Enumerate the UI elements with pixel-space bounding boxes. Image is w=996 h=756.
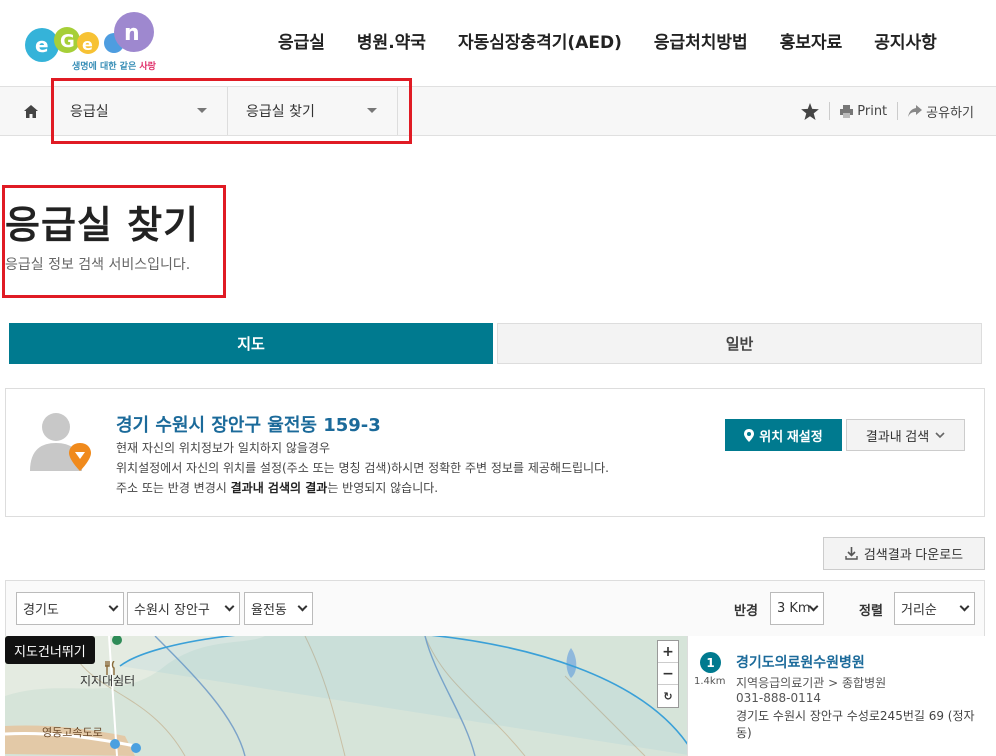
result-phone: 031-888-0114 [736,691,822,705]
dropdown-arrow-icon [959,601,970,612]
nav-notice[interactable]: 공지사항 [874,28,937,53]
dropdown-arrow-icon [108,601,119,612]
zoom-in-button[interactable]: + [658,641,678,663]
home-icon [23,104,38,118]
result-hospital-type: 지역응급의료기관 > 종합병원 [736,676,887,690]
star-icon [801,102,820,120]
result-hospital-name[interactable]: 경기도의료원수원병원 [736,652,865,672]
reset-location-label: 위치 재설정 [759,428,823,444]
result-list: 1 1.4km 경기도의료원수원병원 지역응급의료기관 > 종합병원 031-8… [687,636,985,756]
reset-view-button[interactable]: ↻ [658,685,678,707]
skip-map-button[interactable]: 지도건너뛰기 [5,636,95,664]
share-label: 공유하기 [926,105,974,121]
location-help-line3: 주소 또는 반경 변경시 결과내 검색의 결과는 반영되지 않습니다. [116,481,439,495]
print-button[interactable]: Print [840,104,887,119]
nav-emergency-room[interactable]: 응급실 [278,28,325,53]
location-help-line1: 현재 자신의 위치정보가 일치하지 않을경우 [116,441,330,455]
restaurant-icon [104,660,117,675]
result-address: 경기도 수원시 장안구 수성로245번길 69 (정자동) [736,709,975,740]
svg-text:e: e [82,35,93,54]
map-label-expressway: 영동고속도로 [42,726,103,739]
map-pin-icon [744,428,755,442]
highlight-box-breadcrumb [51,78,412,144]
province-select[interactable]: 경기도 [16,592,124,625]
city-select[interactable]: 수원시 장안구 [127,592,240,625]
sort-label: 정렬 [859,604,883,619]
print-label: Print [857,103,888,119]
svg-text:G: G [60,31,75,52]
svg-text:e: e [35,33,49,57]
favorite-button[interactable] [801,102,820,120]
user-location-icon [30,413,91,471]
nav-aed[interactable]: 자동심장충격기(AED) [458,28,622,53]
map-canvas[interactable] [5,636,687,756]
filter-bar: 경기도 수원시 장안구 율전동 반경 3 Km 정렬 거리순 [5,580,985,636]
reset-location-button[interactable]: 위치 재설정 [725,419,842,451]
result-number-badge: 1 [700,652,721,673]
tab-map[interactable]: 지도 [9,323,493,364]
dong-select[interactable]: 율전동 [244,592,313,625]
location-help-line2: 위치설정에서 자신의 위치를 설정(주소 또는 명칭 검색)하시면 정확한 주변… [116,461,609,475]
highlight-box-title [2,185,226,298]
radius-label: 반경 [734,604,758,619]
egen-logo[interactable]: e G e n 생명에 대한 같은 사랑 [22,10,162,76]
printer-icon [840,104,854,118]
main-nav: 응급실 병원.약국 자동심장충격기(AED) 응급처치방법 홍보자료 공지사항 [262,28,953,53]
dropdown-arrow-icon [297,601,308,612]
sort-select[interactable]: 거리순 [894,592,975,625]
download-icon [845,547,858,560]
nav-hospital-pharmacy[interactable]: 병원.약국 [357,28,426,53]
breadcrumb-tools: Print 공유하기 [801,86,974,136]
current-address: 경기 수원시 장안구 율전동 159-3 [116,415,381,436]
map-zoom-control: + − ↻ [657,640,679,708]
divider [829,102,831,120]
nav-publicity[interactable]: 홍보자료 [780,28,843,53]
svg-text:n: n [124,21,140,46]
location-box: 경기 수원시 장안구 율전동 159-3 현재 자신의 위치정보가 일치하지 않… [5,388,985,517]
site-header: e G e n 생명에 대한 같은 사랑 응급실 병원.약국 자동심장충격기(A… [0,0,996,86]
share-arrow-icon [908,105,923,117]
search-within-results-button[interactable]: 결과내 검색 [846,419,965,451]
search-within-results-label: 결과내 검색 [865,428,930,444]
download-results-button[interactable]: 검색결과 다운로드 [823,537,985,570]
download-results-label: 검색결과 다운로드 [863,547,964,562]
share-button[interactable]: 공유하기 [908,102,974,121]
result-distance: 1.4km [694,676,726,687]
logo-tagline: 생명에 대한 같은 사랑 [72,62,156,72]
home-button[interactable] [10,87,52,135]
tab-general[interactable]: 일반 [497,323,982,364]
map-graphic [5,636,687,756]
nav-first-aid[interactable]: 응급처치방법 [654,28,748,53]
zoom-out-button[interactable]: − [658,663,678,685]
chevron-down-icon [935,431,945,438]
divider [897,102,899,120]
radius-select[interactable]: 3 Km [770,592,824,625]
dropdown-arrow-icon [224,601,235,612]
